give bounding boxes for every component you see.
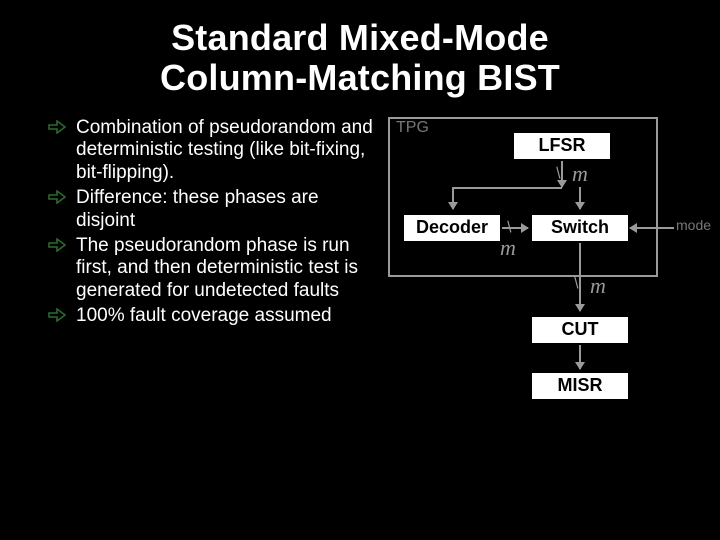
bullet-arrow-icon [48,190,70,204]
decoder-block: Decoder [402,213,502,243]
bus-label: m [500,235,516,261]
title-line1: Standard Mixed-Mode [0,18,720,58]
list-item: Combination of pseudorandom and determin… [48,117,378,185]
cut-block: CUT [530,315,630,345]
arrow-down-icon [579,187,581,209]
lfsr-block: LFSR [512,131,612,161]
list-item: Difference: these phases are disjoint [48,187,378,233]
bullet-text: Difference: these phases are disjoint [76,187,378,233]
tpg-label: TPG [396,119,429,137]
arrow-horizontal-icon [452,187,562,189]
bullet-arrow-icon [48,120,70,134]
title-line2: Column-Matching BIST [0,58,720,98]
content-row: Combination of pseudorandom and determin… [0,117,720,497]
bullet-text: The pseudorandom phase is run first, and… [76,235,378,303]
arrow-down-icon [452,187,454,209]
misr-block: MISR [530,371,630,401]
list-item: 100% fault coverage assumed [48,305,378,328]
mode-label: mode [676,217,711,233]
list-item: The pseudorandom phase is run first, and… [48,235,378,303]
bullet-list: Combination of pseudorandom and determin… [48,117,378,497]
bus-label: m [590,273,606,299]
bullet-arrow-icon [48,308,70,322]
bus-slash-icon: / [571,275,584,293]
arrow-left-icon [630,227,674,229]
bullet-arrow-icon [48,238,70,252]
slide-title: Standard Mixed-Mode Column-Matching BIST [0,0,720,99]
arrow-down-icon [579,243,581,311]
switch-block: Switch [530,213,630,243]
block-diagram: TPG LFSR / m Decoder Switch / m mode / m… [382,117,708,497]
arrow-down-icon [579,345,581,369]
bullet-text: Combination of pseudorandom and determin… [76,117,378,185]
arrow-right-icon [502,227,528,229]
bullet-text: 100% fault coverage assumed [76,305,332,328]
bus-label: m [572,161,588,187]
